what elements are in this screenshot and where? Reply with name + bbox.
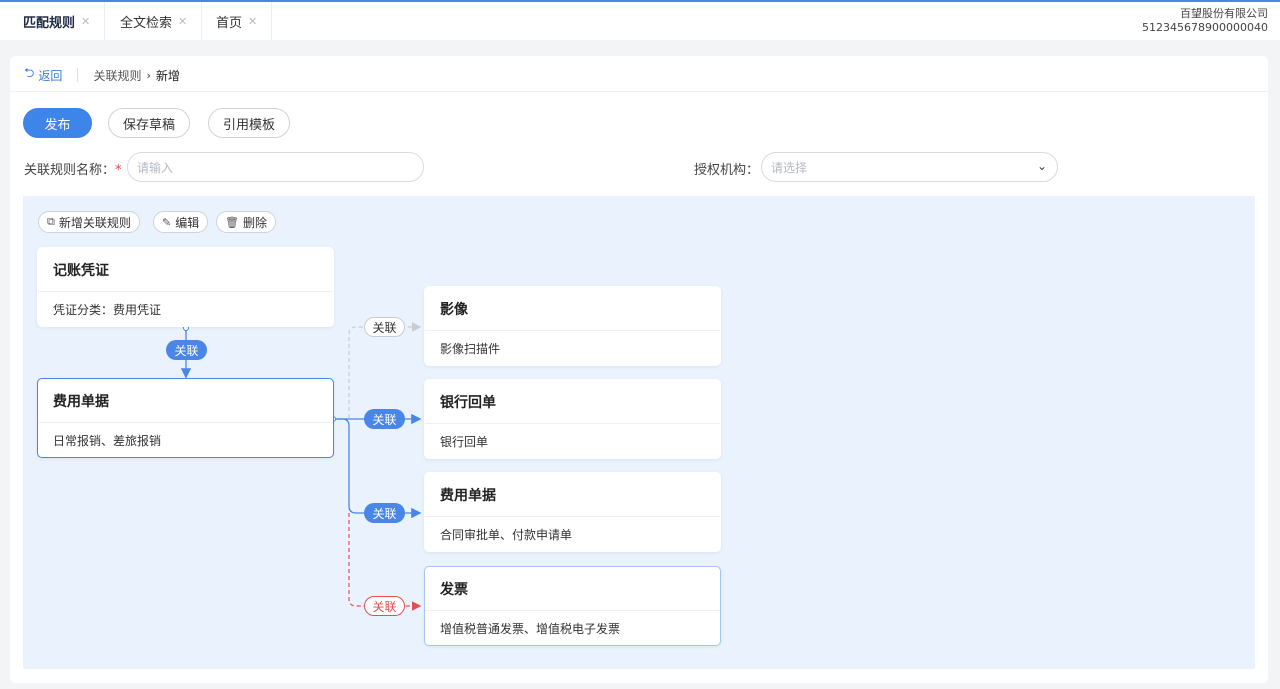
node-desc: 凭证分类：费用凭证 bbox=[53, 302, 162, 317]
node-source-voucher[interactable]: 记账凭证 凭证分类：费用凭证 bbox=[37, 247, 334, 327]
org-label: 授权机构： bbox=[694, 163, 760, 178]
link-label-invoice[interactable]: 关联 bbox=[364, 596, 405, 616]
link-label-bank[interactable]: 关联 bbox=[364, 409, 405, 429]
use-template-button[interactable]: 引用模板 bbox=[208, 108, 290, 138]
node-target-bank[interactable]: 银行回单 银行回单 bbox=[424, 379, 721, 459]
node-main-expense[interactable]: 费用单据 日常报销、差旅报销 bbox=[37, 378, 334, 458]
rule-canvas[interactable]: ⧉ 新增关联规则 ✎ 编辑 🗑 删除 关联 关联 关联 关联 关联 记账凭证 凭… bbox=[23, 196, 1255, 669]
link-label-source[interactable]: 关联 bbox=[166, 340, 207, 360]
org-select[interactable]: 请选择 ⌄ bbox=[761, 152, 1058, 182]
node-desc: 日常报销、差旅报销 bbox=[53, 433, 162, 448]
node-title: 费用单据 bbox=[38, 379, 333, 423]
node-title: 银行回单 bbox=[425, 380, 720, 424]
breadcrumb-separator bbox=[77, 68, 79, 82]
breadcrumb: ⮌ 返回 关联规则 › 新增 bbox=[24, 66, 180, 84]
node-desc: 增值税普通发票、增值税电子发票 bbox=[440, 621, 621, 636]
breadcrumb-parent[interactable]: 关联规则 bbox=[93, 67, 141, 84]
rule-name-placeholder: 请输入 bbox=[137, 160, 174, 175]
link-image bbox=[336, 322, 422, 420]
publish-button[interactable]: 发布 bbox=[23, 108, 92, 138]
node-title: 影像 bbox=[425, 287, 720, 331]
close-icon[interactable]: ✕ bbox=[248, 15, 257, 28]
tab-label: 全文检索 bbox=[120, 15, 173, 31]
close-icon[interactable]: ✕ bbox=[178, 15, 187, 28]
company-info: 百望股份有限公司 512345678900000040 bbox=[1142, 7, 1268, 35]
undo-arrow-icon: ⮌ bbox=[24, 66, 35, 81]
node-title: 发票 bbox=[425, 567, 720, 611]
node-title: 记账凭证 bbox=[38, 248, 333, 292]
node-desc: 影像扫描件 bbox=[440, 341, 501, 356]
link-label-image[interactable]: 关联 bbox=[364, 317, 405, 337]
tab-label: 匹配规则 bbox=[20, 12, 78, 34]
tab-fulltext-search[interactable]: 全文检索 ✕ bbox=[105, 2, 202, 40]
chevron-right-icon: › bbox=[146, 68, 151, 82]
main-card: ⮌ 返回 关联规则 › 新增 发布 保存草稿 引用模板 关联规则名称：* 请输入… bbox=[10, 56, 1268, 683]
chevron-down-icon: ⌄ bbox=[1036, 159, 1047, 173]
node-desc: 合同审批单、付款申请单 bbox=[440, 527, 573, 542]
header-divider bbox=[10, 91, 1268, 92]
back-label: 返回 bbox=[38, 68, 63, 83]
node-target-invoice[interactable]: 发票 增值税普通发票、增值税电子发票 bbox=[424, 566, 721, 646]
close-icon[interactable]: ✕ bbox=[81, 15, 90, 28]
link-label-expense[interactable]: 关联 bbox=[364, 503, 405, 523]
node-target-image[interactable]: 影像 影像扫描件 bbox=[424, 286, 721, 366]
rule-name-input[interactable]: 请输入 bbox=[127, 152, 424, 182]
tab-home[interactable]: 首页 ✕ bbox=[202, 2, 272, 40]
company-name: 百望股份有限公司 bbox=[1180, 7, 1268, 20]
top-bar: 匹配规则 ✕ 全文检索 ✕ 首页 ✕ 百望股份有限公司 512345678900… bbox=[0, 0, 1280, 40]
breadcrumb-current: 新增 bbox=[155, 68, 180, 83]
node-desc: 银行回单 bbox=[440, 434, 489, 449]
required-marker: * bbox=[115, 163, 122, 178]
back-link[interactable]: ⮌ 返回 bbox=[24, 64, 62, 86]
rule-name-label: 关联规则名称：* bbox=[24, 163, 122, 178]
node-title: 费用单据 bbox=[425, 473, 720, 517]
save-draft-button[interactable]: 保存草稿 bbox=[108, 108, 190, 138]
company-tax-id: 512345678900000040 bbox=[1142, 21, 1268, 34]
link-invoice bbox=[348, 513, 422, 611]
node-target-expense[interactable]: 费用单据 合同审批单、付款申请单 bbox=[424, 472, 721, 552]
org-placeholder: 请选择 bbox=[771, 160, 808, 175]
tab-match-rules[interactable]: 匹配规则 ✕ bbox=[10, 2, 105, 40]
tab-label: 首页 bbox=[216, 15, 243, 31]
link-expense bbox=[336, 418, 422, 519]
